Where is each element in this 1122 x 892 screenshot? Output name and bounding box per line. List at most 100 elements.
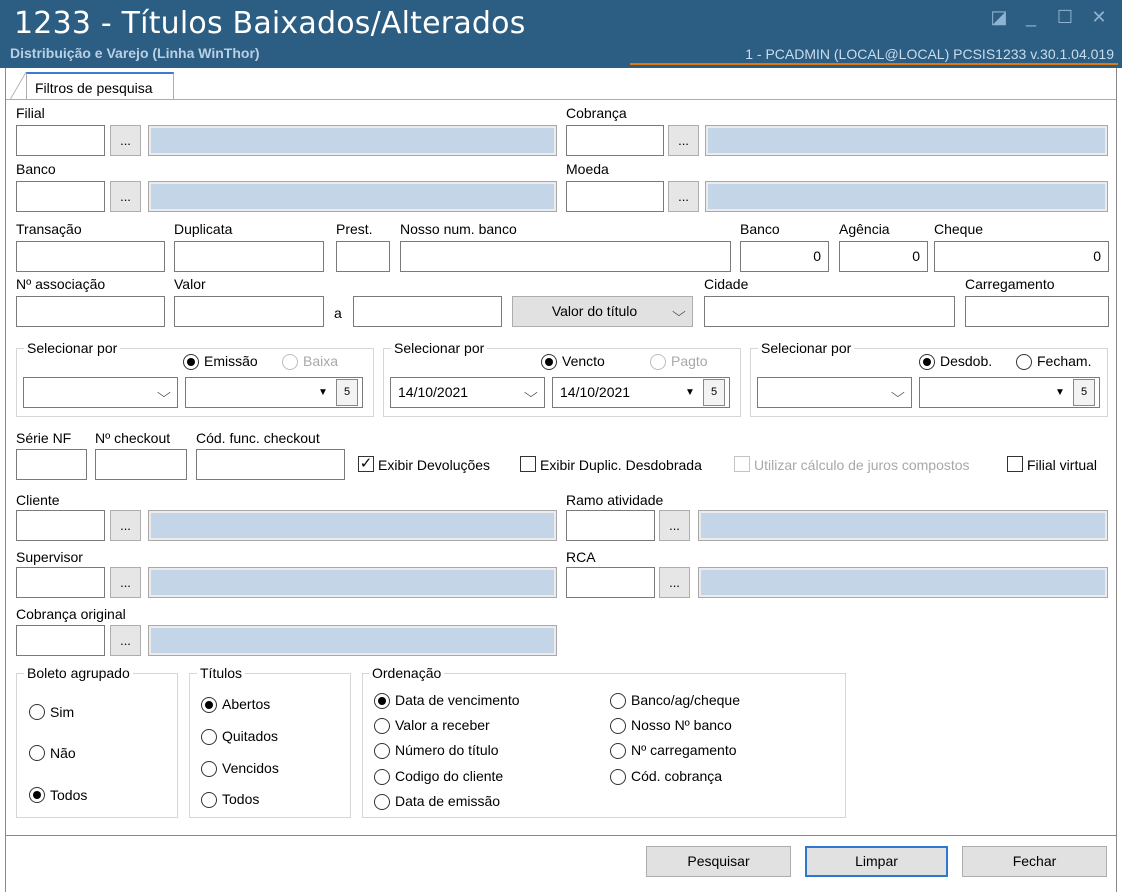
calendar-icon[interactable]: 5 xyxy=(336,379,358,406)
banco-input[interactable] xyxy=(16,181,105,212)
user-info: 1 - PCADMIN (LOCAL@LOCAL) PCSIS1233 v.30… xyxy=(745,46,1114,62)
filial-virtual-checkbox[interactable] xyxy=(1007,456,1023,472)
valor-tipo-select[interactable]: Valor do título ⌵ xyxy=(512,296,693,327)
vencto-radio[interactable] xyxy=(541,354,557,370)
moeda-lookup-button[interactable]: ... xyxy=(668,181,699,212)
chevron-down-icon: ⌵ xyxy=(524,385,538,400)
ordenacao-title: Ordenação xyxy=(369,665,445,681)
titulos-todos-radio[interactable] xyxy=(201,792,217,808)
banco-description xyxy=(148,181,557,212)
num-checkout-label: Nº checkout xyxy=(95,430,171,446)
close-button[interactable]: ✕ xyxy=(1088,6,1110,28)
cidade-input[interactable] xyxy=(704,296,955,327)
valor-max-input[interactable] xyxy=(353,296,502,327)
dropdown-arrow-icon[interactable]: ▼ xyxy=(680,379,700,406)
ord-carregamento-label: Nº carregamento xyxy=(631,742,737,758)
selecionar1-date2-picker[interactable]: ▼ 5 xyxy=(185,377,363,408)
boleto-todos-radio[interactable] xyxy=(29,787,45,803)
ord-carregamento-radio[interactable] xyxy=(610,743,626,759)
limpar-button[interactable]: Limpar xyxy=(805,846,948,877)
cheque-input[interactable]: 0 xyxy=(934,241,1109,272)
selecionar1-date-select[interactable]: ⌵ xyxy=(23,377,178,408)
carregamento-input[interactable] xyxy=(965,296,1109,327)
ord-numero-titulo-radio[interactable] xyxy=(374,743,390,759)
num-checkout-input[interactable] xyxy=(95,449,187,480)
ord-cod-cobranca-radio[interactable] xyxy=(610,769,626,785)
cod-func-checkout-input[interactable] xyxy=(196,449,345,480)
banco2-input[interactable]: 0 xyxy=(740,241,829,272)
ord-cod-cobranca-label: Cód. cobrança xyxy=(631,768,723,784)
duplicata-input[interactable] xyxy=(174,241,324,272)
rca-lookup-button[interactable]: ... xyxy=(659,567,690,598)
calendar-icon[interactable]: 5 xyxy=(703,379,725,406)
window-subtitle: Distribuição e Varejo (Linha WinThor) xyxy=(10,45,260,61)
transacao-input[interactable] xyxy=(16,241,165,272)
ord-data-emissao-radio[interactable] xyxy=(374,794,390,810)
filial-input[interactable] xyxy=(16,125,105,156)
vencto-date-start[interactable]: 14/10/2021 ⌵ xyxy=(390,377,545,408)
tab-filtros[interactable]: Filtros de pesquisa xyxy=(26,72,174,99)
boleto-sim-radio[interactable] xyxy=(29,704,45,720)
cliente-lookup-button[interactable]: ... xyxy=(110,510,141,541)
calendar-icon[interactable]: 5 xyxy=(1073,379,1095,406)
fechar-button[interactable]: Fechar xyxy=(962,846,1107,877)
valor-min-input[interactable] xyxy=(174,296,324,327)
vencto-date-start-value: 14/10/2021 xyxy=(398,384,469,400)
rca-description xyxy=(698,567,1108,598)
filial-virtual-label: Filial virtual xyxy=(1027,457,1098,473)
ord-valor-receber-radio[interactable] xyxy=(374,718,390,734)
nosso-num-input[interactable] xyxy=(400,241,731,272)
agencia-input[interactable]: 0 xyxy=(839,241,928,272)
cheque-label: Cheque xyxy=(934,221,984,237)
pesquisar-button[interactable]: Pesquisar xyxy=(646,846,791,877)
ord-data-vencimento-radio[interactable] xyxy=(374,693,390,709)
cobranca-original-lookup-button[interactable]: ... xyxy=(110,625,141,656)
dropdown-arrow-icon[interactable]: ▼ xyxy=(313,379,333,406)
pagto-label: Pagto xyxy=(671,353,708,369)
valor-tipo-label: Valor do título xyxy=(551,303,638,319)
supervisor-input[interactable] xyxy=(16,567,105,598)
supervisor-lookup-button[interactable]: ... xyxy=(110,567,141,598)
ord-nosso-num-label: Nosso Nº banco xyxy=(631,717,732,733)
desdob-radio[interactable] xyxy=(919,354,935,370)
cobranca-lookup-button[interactable]: ... xyxy=(668,125,699,156)
exibir-duplic-checkbox[interactable] xyxy=(520,456,536,472)
titulos-abertos-radio[interactable] xyxy=(201,697,217,713)
juros-checkbox[interactable] xyxy=(734,456,750,472)
boleto-nao-radio[interactable] xyxy=(29,745,45,761)
ord-nosso-num-radio[interactable] xyxy=(610,718,626,734)
filial-lookup-button[interactable]: ... xyxy=(110,125,141,156)
rca-input[interactable] xyxy=(566,567,655,598)
fecham-label: Fecham. xyxy=(1037,353,1092,369)
baixa-radio[interactable] xyxy=(282,354,298,370)
minimize-button[interactable]: _ xyxy=(1020,6,1042,28)
banco2-label: Banco xyxy=(740,221,780,237)
exibir-devolucoes-checkbox[interactable]: ✓ xyxy=(358,456,374,472)
titulos-vencidos-radio[interactable] xyxy=(201,761,217,777)
pagto-radio[interactable] xyxy=(650,354,666,370)
num-associacao-input[interactable] xyxy=(16,296,165,327)
titulos-quitados-radio[interactable] xyxy=(201,729,217,745)
cobranca-original-input[interactable] xyxy=(16,625,105,656)
ord-codigo-cliente-radio[interactable] xyxy=(374,769,390,785)
desdob-label: Desdob. xyxy=(940,353,993,369)
emissao-radio[interactable] xyxy=(183,354,199,370)
valor-a-label: a xyxy=(334,305,342,321)
moeda-input[interactable] xyxy=(566,181,664,212)
titulos-title: Títulos xyxy=(197,665,246,681)
vencto-date-end[interactable]: 14/10/2021 ▼ 5 xyxy=(552,377,730,408)
cobranca-input[interactable] xyxy=(566,125,664,156)
selecionar3-date-select[interactable]: ⌵ xyxy=(757,377,912,408)
banco-lookup-button[interactable]: ... xyxy=(110,181,141,212)
cliente-input[interactable] xyxy=(16,510,105,541)
dropdown-arrow-icon[interactable]: ▼ xyxy=(1050,379,1070,406)
restore-icon[interactable]: ◪ xyxy=(988,6,1010,28)
serie-nf-input[interactable] xyxy=(16,449,87,480)
ramo-input[interactable] xyxy=(566,510,655,541)
maximize-button[interactable]: ☐ xyxy=(1054,6,1076,28)
ord-banco-ag-cheque-radio[interactable] xyxy=(610,693,626,709)
ramo-lookup-button[interactable]: ... xyxy=(659,510,690,541)
fecham-radio[interactable] xyxy=(1016,354,1032,370)
prest-input[interactable] xyxy=(336,241,390,272)
selecionar3-date2-picker[interactable]: ▼ 5 xyxy=(919,377,1100,408)
